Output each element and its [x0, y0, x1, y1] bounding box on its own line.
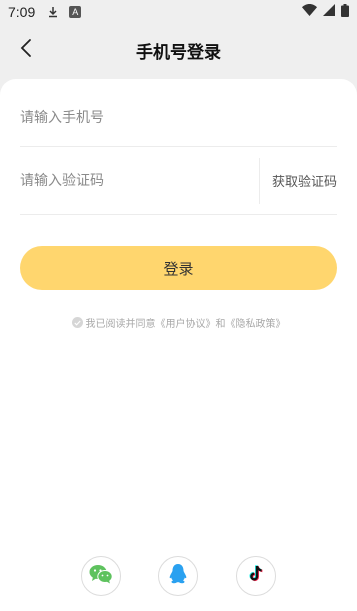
get-code-button[interactable]: 获取验证码: [272, 171, 337, 190]
phone-row: [20, 89, 337, 147]
back-button[interactable]: [10, 34, 42, 66]
phone-input[interactable]: [20, 89, 337, 146]
agreement-and: 和: [215, 319, 226, 330]
code-input[interactable]: [20, 147, 253, 214]
top-bar: 手机号登录: [0, 28, 357, 72]
agreement-prefix: 我已阅读并同意: [85, 319, 156, 330]
douyin-icon: [246, 564, 266, 588]
download-icon: [47, 6, 59, 18]
status-time: 7:09: [8, 4, 36, 20]
login-button[interactable]: 登录: [20, 246, 337, 290]
qq-icon: [169, 563, 187, 589]
login-card: 获取验证码 登录 我已阅读并同意 《用户协议》 和 《隐私政策》: [0, 79, 357, 611]
qq-login-button[interactable]: [158, 556, 198, 596]
wechat-login-button[interactable]: [81, 556, 121, 596]
user-agreement-link[interactable]: 《用户协议》: [156, 315, 216, 330]
social-login-row: [0, 556, 357, 596]
signal-icon: [323, 4, 335, 20]
code-divider: [258, 157, 260, 204]
agree-checkbox[interactable]: [71, 317, 83, 328]
status-bar: 7:09 A: [0, 0, 357, 24]
douyin-login-button[interactable]: [236, 556, 276, 596]
page-title: 手机号登录: [136, 42, 221, 63]
chevron-left-icon: [20, 38, 32, 62]
privacy-policy-link[interactable]: 《隐私政策》: [226, 315, 286, 330]
code-row: 获取验证码: [20, 147, 337, 215]
font-a-icon: A: [69, 6, 82, 18]
battery-icon: [341, 3, 349, 21]
wifi-icon: [302, 4, 317, 20]
agreement-row: 我已阅读并同意 《用户协议》 和 《隐私政策》: [0, 315, 357, 330]
wechat-icon: [89, 564, 113, 588]
